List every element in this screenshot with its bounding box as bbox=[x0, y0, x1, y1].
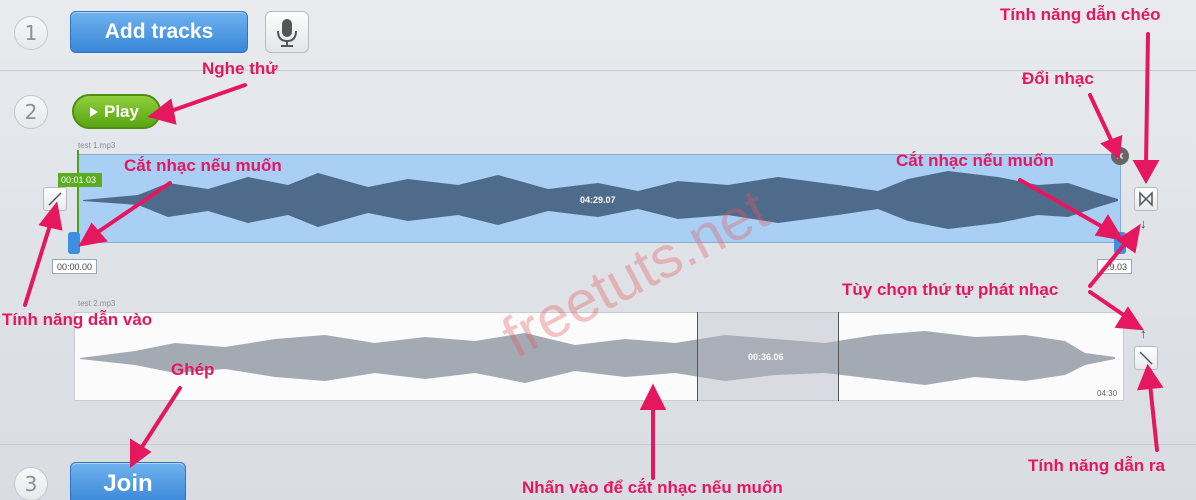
annotation-tinh-nang-dan-vao: Tính năng dẫn vào bbox=[2, 310, 153, 329]
annotation-arrows bbox=[23, 32, 1164, 480]
annotation-doi-nhac: Đổi nhạc bbox=[1022, 69, 1094, 88]
annotation-nhan-vao: Nhấn vào để cắt nhạc nếu muốn bbox=[522, 478, 783, 497]
annotation-ghep: Ghép bbox=[171, 360, 215, 379]
annotation-tinh-nang-dan-cheo: Tính năng dẫn chéo bbox=[1000, 5, 1161, 24]
annotation-cat-nhac-left: Cắt nhạc nếu muốn bbox=[124, 156, 282, 175]
annotation-tuy-chon: Tùy chọn thứ tự phát nhạc bbox=[842, 280, 1059, 299]
annotation-tinh-nang-dan-ra: Tính năng dẫn ra bbox=[1028, 456, 1165, 475]
annotation-nghe-thu: Nghe thử bbox=[202, 59, 278, 78]
annotation-cat-nhac-right: Cắt nhạc nếu muốn bbox=[896, 151, 1054, 170]
